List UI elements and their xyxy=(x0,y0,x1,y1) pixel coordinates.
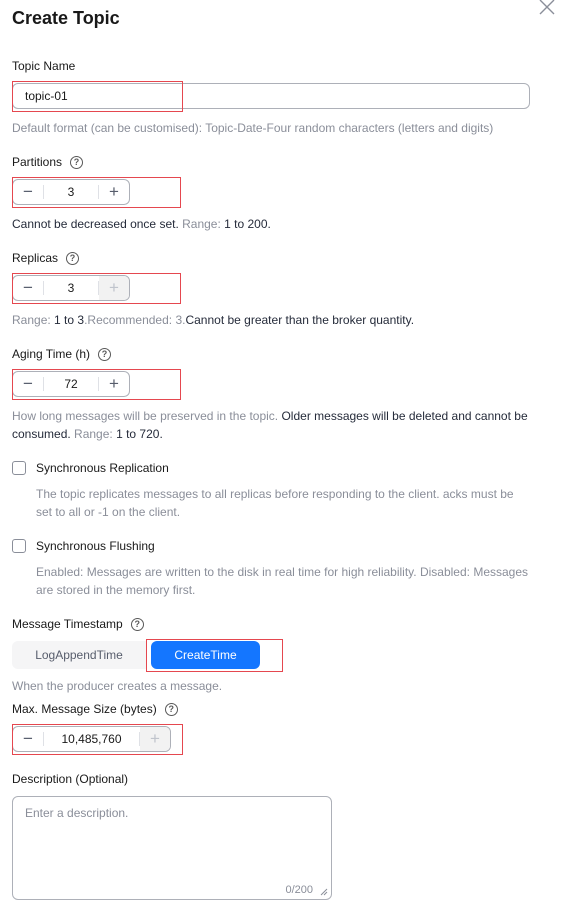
description-label: Description (Optional) xyxy=(12,772,129,786)
max-message-size-value[interactable]: 10,485,760 xyxy=(43,732,140,746)
minus-icon[interactable]: − xyxy=(13,180,43,204)
minus-icon[interactable]: − xyxy=(13,372,43,396)
sync-flushing-label[interactable]: Synchronous Flushing xyxy=(36,539,155,553)
partitions-stepper[interactable]: − 3 + xyxy=(12,179,130,205)
close-icon[interactable] xyxy=(537,0,557,16)
plus-icon[interactable]: + xyxy=(99,276,129,300)
replicas-label-text: Replicas xyxy=(12,251,59,265)
sync-replication-hint-line1: The topic replicates messages to all rep… xyxy=(36,487,514,501)
aging-time-hint-d: Range: xyxy=(70,427,117,441)
aging-time-hint: How long messages will be preserved in t… xyxy=(12,407,542,443)
sync-flushing-checkbox[interactable] xyxy=(12,539,26,553)
partitions-hint-b: Range: xyxy=(178,217,225,231)
partitions-label: Partitions? xyxy=(12,155,84,170)
help-circle-icon[interactable]: ? xyxy=(164,703,178,717)
replicas-stepper[interactable]: − 3 + xyxy=(12,275,130,301)
max-message-size-label-text: Max. Message Size (bytes) xyxy=(12,702,157,716)
description-textarea[interactable]: Enter a description. 0/200 xyxy=(12,796,332,900)
aging-time-hint-c: consumed. xyxy=(12,427,71,441)
partitions-hint-a: Cannot be decreased once set. xyxy=(12,217,179,231)
timestamp-option-createtime[interactable]: CreateTime xyxy=(151,641,260,669)
max-message-size-label: Max. Message Size (bytes)? xyxy=(12,702,178,717)
partitions-hint: Cannot be decreased once set. Range: 1 t… xyxy=(12,215,271,233)
aging-time-hint-a: How long messages will be preserved in t… xyxy=(12,409,282,423)
topic-name-label: Topic Name xyxy=(12,59,76,73)
plus-icon[interactable]: + xyxy=(99,372,129,396)
minus-icon[interactable]: − xyxy=(13,727,43,751)
description-counter: 0/200 xyxy=(285,884,313,896)
replicas-hint-a: Range: xyxy=(12,313,55,327)
replicas-hint-c: .Recommended: 3. xyxy=(84,313,186,327)
help-circle-icon[interactable]: ? xyxy=(66,252,80,266)
replicas-hint: Range: 1 to 3.Recommended: 3.Cannot be g… xyxy=(12,311,414,329)
aging-time-stepper[interactable]: − 72 + xyxy=(12,371,130,397)
sync-replication-label[interactable]: Synchronous Replication xyxy=(36,461,169,475)
partitions-hint-c: 1 to 200 xyxy=(224,217,268,231)
message-timestamp-label: Message Timestamp? xyxy=(12,617,144,632)
partitions-hint-d: . xyxy=(267,217,271,231)
sync-flushing-hint-line2: are stored in the memory first. xyxy=(36,583,196,597)
max-message-size-stepper[interactable]: − 10,485,760 + xyxy=(12,726,171,752)
message-timestamp-hint: When the producer creates a message. xyxy=(12,679,223,693)
replicas-value[interactable]: 3 xyxy=(43,281,99,295)
help-circle-icon[interactable]: ? xyxy=(130,618,144,632)
sync-flushing-hint-line1: Enabled: Messages are written to the dis… xyxy=(36,565,529,579)
plus-icon[interactable]: + xyxy=(99,180,129,204)
help-circle-icon[interactable]: ? xyxy=(70,156,84,170)
partitions-value[interactable]: 3 xyxy=(43,185,99,199)
aging-time-label: Aging Time (h)? xyxy=(12,347,112,362)
sync-replication-hint-line2: set to all or -1 on the client. xyxy=(36,505,181,519)
message-timestamp-label-text: Message Timestamp xyxy=(12,617,123,631)
replicas-hint-b: 1 to 3 xyxy=(54,313,85,327)
sync-replication-hint: The topic replicates messages to all rep… xyxy=(36,485,514,521)
topic-name-input[interactable]: topic-01 xyxy=(12,83,530,109)
aging-time-value[interactable]: 72 xyxy=(43,377,99,391)
timestamp-option-logappendtime[interactable]: LogAppendTime xyxy=(12,641,146,669)
replicas-label: Replicas? xyxy=(12,251,80,266)
aging-time-hint-b: Older messages will be deleted and canno… xyxy=(281,409,528,423)
plus-icon[interactable]: + xyxy=(140,727,170,751)
aging-time-label-text: Aging Time (h) xyxy=(12,347,91,361)
minus-icon[interactable]: − xyxy=(13,276,43,300)
partitions-label-text: Partitions xyxy=(12,155,63,169)
aging-time-hint-f: . xyxy=(159,427,163,441)
help-circle-icon[interactable]: ? xyxy=(98,348,112,362)
aging-time-hint-e: 1 to 720 xyxy=(116,427,160,441)
description-placeholder: Enter a description. xyxy=(25,806,129,820)
sync-flushing-hint: Enabled: Messages are written to the dis… xyxy=(36,563,528,599)
dialog-title: Create Topic xyxy=(12,8,120,28)
resize-grip-icon[interactable] xyxy=(320,888,328,896)
sync-replication-checkbox[interactable] xyxy=(12,461,26,475)
topic-name-hint: Default format (can be customised): Topi… xyxy=(12,121,494,135)
replicas-hint-d: Cannot be greater than the broker quanti… xyxy=(185,313,415,327)
